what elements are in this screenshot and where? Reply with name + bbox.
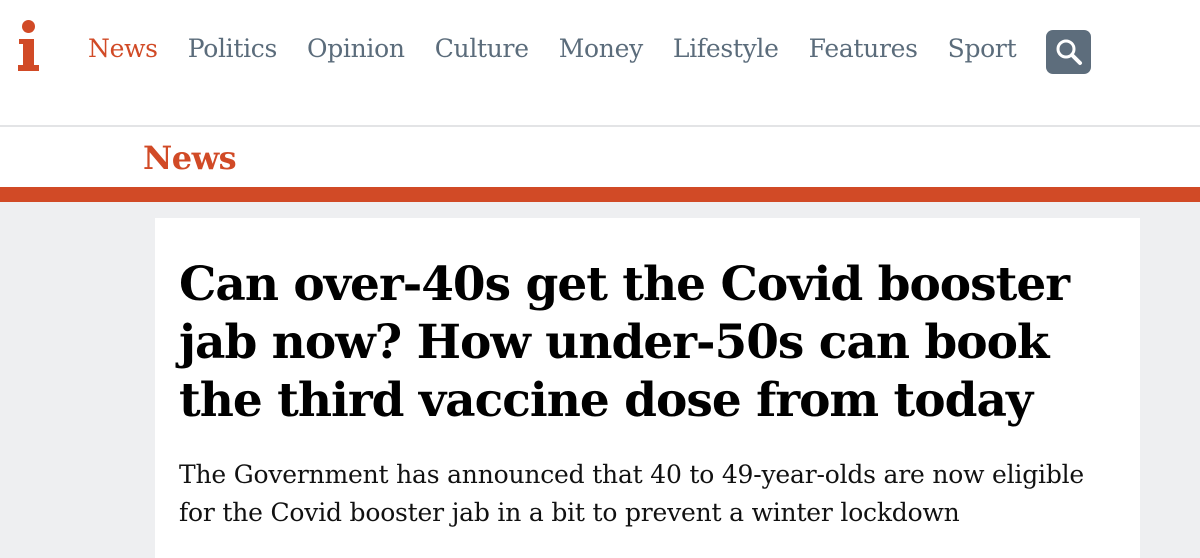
article-headline: Can over-40s get the Covid booster jab n… <box>179 257 1070 428</box>
nav-item-money[interactable]: Money <box>559 34 643 63</box>
search-icon <box>1056 39 1082 65</box>
section-title[interactable]: News <box>143 139 237 177</box>
section-divider <box>0 187 1200 202</box>
nav-menu: News Politics Opinion Culture Money Life… <box>88 34 1046 63</box>
section-header: News <box>0 127 1200 187</box>
nav-item-features[interactable]: Features <box>809 34 918 63</box>
nav-item-opinion[interactable]: Opinion <box>307 34 405 63</box>
search-button[interactable] <box>1046 30 1091 74</box>
i-logo[interactable] <box>16 20 42 74</box>
nav-item-news[interactable]: News <box>88 34 158 63</box>
nav-item-sport[interactable]: Sport <box>948 34 1017 63</box>
nav-item-politics[interactable]: Politics <box>188 34 278 63</box>
article-card: Can over-40s get the Covid booster jab n… <box>155 218 1140 558</box>
article-standfirst: The Government has announced that 40 to … <box>179 460 1085 527</box>
nav-item-culture[interactable]: Culture <box>435 34 529 63</box>
nav-item-lifestyle[interactable]: Lifestyle <box>673 34 779 63</box>
top-navigation: News Politics Opinion Culture Money Life… <box>0 0 1200 127</box>
